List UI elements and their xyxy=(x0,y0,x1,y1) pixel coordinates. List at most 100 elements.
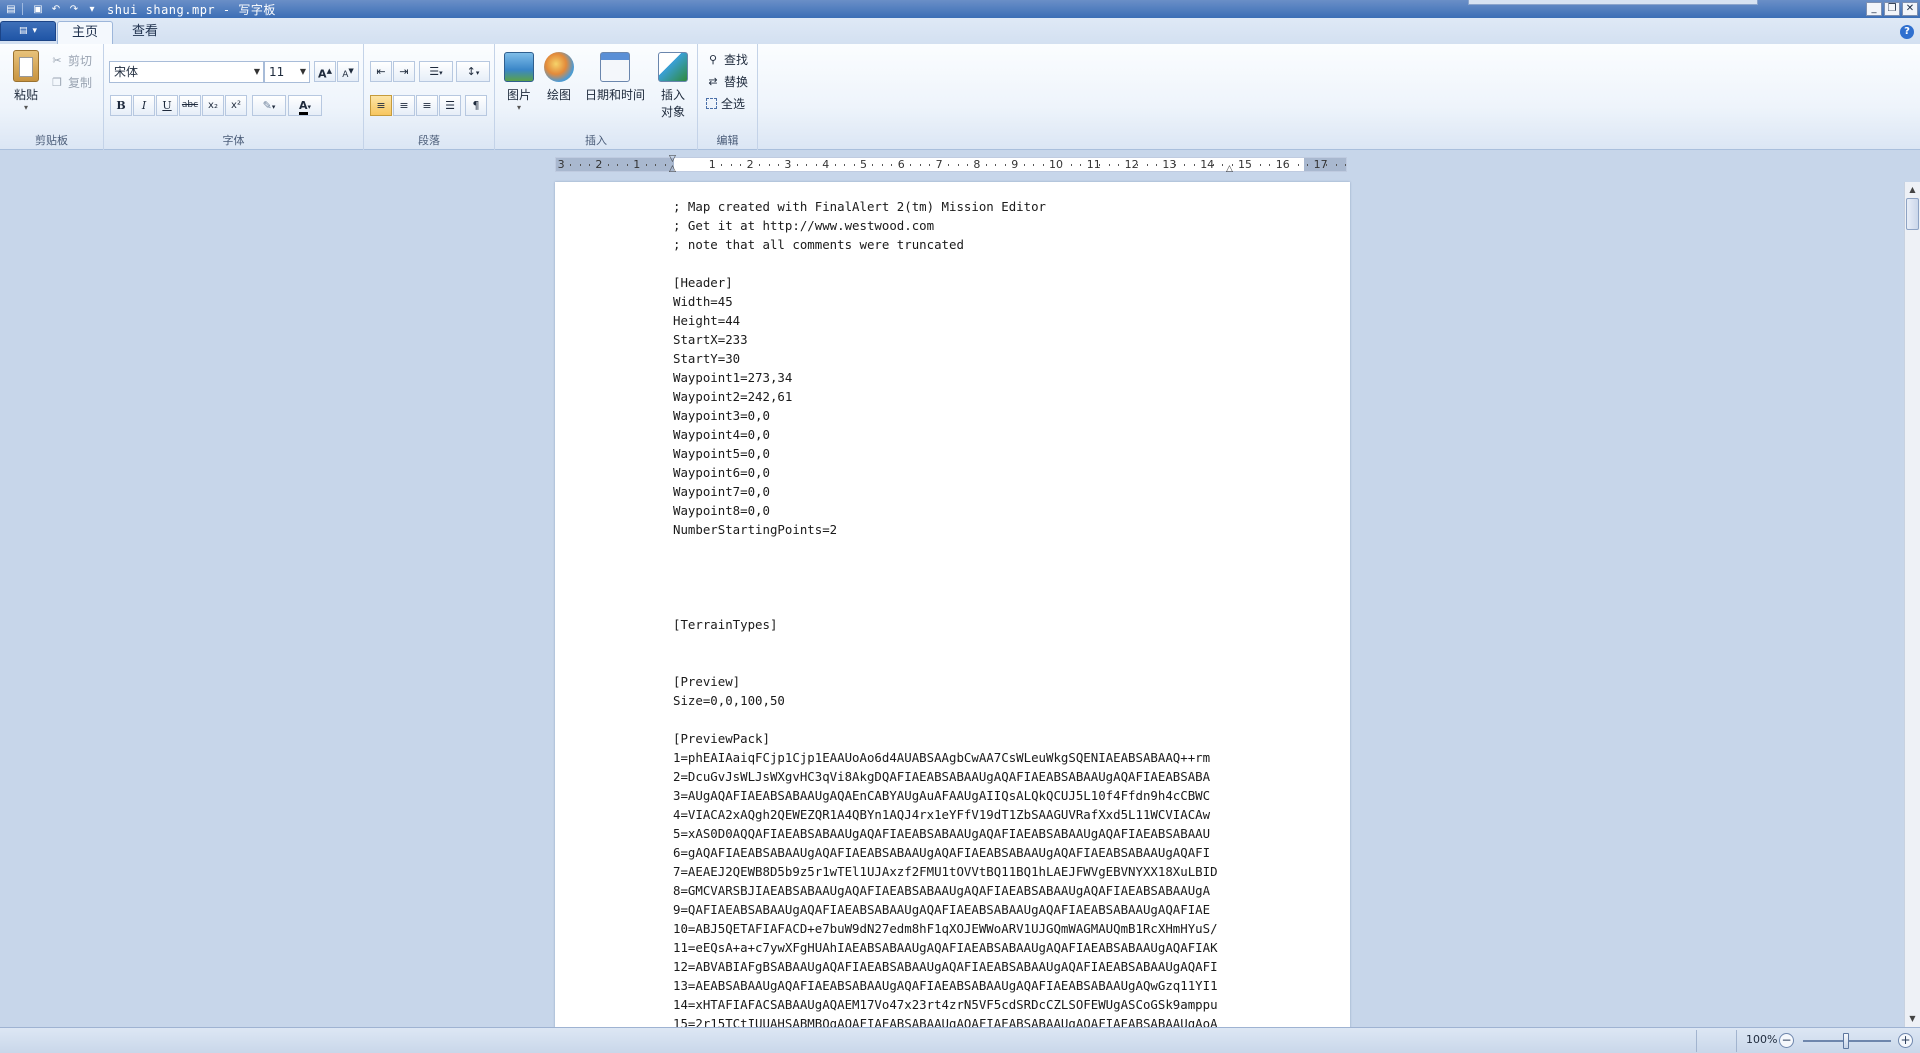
document-line[interactable]: 9=QAFIAEABSABAAUgAQAFIAEABSABAAUgAQAFIAE… xyxy=(673,900,1273,919)
document-line[interactable] xyxy=(673,254,1273,273)
tab-home[interactable]: 主页 xyxy=(57,21,114,44)
tab-view[interactable]: 查看 xyxy=(118,21,172,44)
picture-dropdown-icon[interactable]: ▾ xyxy=(503,103,535,112)
document-line[interactable]: StartY=30 xyxy=(673,349,1273,368)
document-line[interactable]: 13=AEABSABAAUgAQAFIAEABSABAAUgAQAFIAEABS… xyxy=(673,976,1273,995)
document-line[interactable]: ; Get it at http://www.westwood.com xyxy=(673,216,1273,235)
document-line[interactable]: 4=VIACA2xAQgh2QEWEZQR1A4QBYn1AQJ4rx1eYFf… xyxy=(673,805,1273,824)
paste-dropdown-icon[interactable]: ▾ xyxy=(8,103,44,112)
close-button[interactable]: ✕ xyxy=(1902,2,1918,16)
quick-access-dropdown-icon[interactable]: ▾ xyxy=(85,2,99,16)
document-line[interactable] xyxy=(673,710,1273,729)
ruler[interactable]: 3 2 1 1 2 3 4 5 6 7 8 9 10 11 12 13 14 15 16 17 ▽ △ △ xyxy=(555,154,1347,174)
paragraph-settings-button[interactable]: ¶ xyxy=(465,95,487,116)
grow-font-button[interactable]: A▲ xyxy=(314,61,336,82)
italic-button[interactable]: I xyxy=(133,95,155,116)
document-line[interactable]: Waypoint4=0,0 xyxy=(673,425,1273,444)
document-line[interactable]: 10=ABJ5QETAFIAFACD+e7buW9dN27edm8hF1qXOJ… xyxy=(673,919,1273,938)
document-line[interactable]: Waypoint7=0,0 xyxy=(673,482,1273,501)
vertical-scrollbar[interactable]: ▲ ▼ xyxy=(1904,182,1920,1027)
decrease-indent-button[interactable]: ⇤ xyxy=(370,61,392,82)
document-line[interactable] xyxy=(673,539,1273,558)
select-all-button[interactable]: 全选 xyxy=(706,95,745,112)
align-left-button[interactable]: ≡ xyxy=(370,95,392,116)
scroll-up-arrow-icon[interactable]: ▲ xyxy=(1905,183,1920,197)
strikethrough-button[interactable]: abc xyxy=(179,95,201,116)
document-line[interactable]: Waypoint6=0,0 xyxy=(673,463,1273,482)
subscript-button[interactable]: x₂ xyxy=(202,95,224,116)
underline-button[interactable]: U xyxy=(156,95,178,116)
zoom-slider-thumb[interactable] xyxy=(1843,1033,1849,1049)
align-center-button[interactable]: ≡ xyxy=(393,95,415,116)
document-line[interactable]: Width=45 xyxy=(673,292,1273,311)
document-line[interactable]: Waypoint3=0,0 xyxy=(673,406,1273,425)
document-line[interactable]: [Header] xyxy=(673,273,1273,292)
document-line[interactable]: 7=AEAEJ2QEWB8D5b9z5r1wTEl1UJAxzf2FMU1tOV… xyxy=(673,862,1273,881)
document-line[interactable]: [PreviewPack] xyxy=(673,729,1273,748)
insert-picture-button[interactable]: 图片 ▾ xyxy=(503,52,535,112)
document-line[interactable]: [TerrainTypes] xyxy=(673,615,1273,634)
document-line[interactable]: ; Map created with FinalAlert 2(tm) Miss… xyxy=(673,197,1273,216)
zoom-in-button[interactable]: + xyxy=(1898,1033,1913,1048)
document-line[interactable]: Height=44 xyxy=(673,311,1273,330)
document-line[interactable]: 5=xAS0D0AQQAFIAEABSABAAUgAQAFIAEABSABAAU… xyxy=(673,824,1273,843)
document-line[interactable] xyxy=(673,634,1273,653)
zoom-level[interactable]: 100% xyxy=(1746,1033,1777,1046)
document-line[interactable]: Waypoint1=273,34 xyxy=(673,368,1273,387)
cut-button[interactable]: ✂ 剪切 xyxy=(50,52,92,69)
document-line[interactable]: StartX=233 xyxy=(673,330,1273,349)
copy-button[interactable]: ❐ 复制 xyxy=(50,74,92,91)
paste-button[interactable]: 粘贴 ▾ xyxy=(8,50,44,112)
document-line[interactable]: 12=ABVABIAFgBSABAAUgAQAFIAEABSABAAUgAQAF… xyxy=(673,957,1273,976)
right-indent-marker[interactable]: △ xyxy=(1226,164,1233,174)
document-line[interactable]: 1=phEAIAaiqFCjp1Cjp1EAAUoAo6d4AUABSAAgbC… xyxy=(673,748,1273,767)
justify-button[interactable]: ☰ xyxy=(439,95,461,116)
first-line-indent-marker[interactable]: ▽ xyxy=(669,154,676,164)
find-button[interactable]: ⚲ 查找 xyxy=(706,51,748,68)
help-icon[interactable]: ? xyxy=(1900,25,1914,39)
zoom-out-button[interactable]: − xyxy=(1779,1033,1794,1048)
scrollbar-thumb[interactable] xyxy=(1906,198,1919,230)
line-spacing-button[interactable]: ↕▾ xyxy=(456,61,490,82)
document-page[interactable]: ; Map created with FinalAlert 2(tm) Miss… xyxy=(555,182,1350,1032)
insert-object-button[interactable]: 插入 对象 xyxy=(653,52,693,120)
bullet-list-button[interactable]: ☰▾ xyxy=(419,61,453,82)
document-line[interactable] xyxy=(673,596,1273,615)
document-line[interactable]: NumberStartingPoints=2 xyxy=(673,520,1273,539)
document-line[interactable]: 6=gAQAFIAEABSABAAUgAQAFIAEABSABAAUgAQAFI… xyxy=(673,843,1273,862)
font-size-combo[interactable]: 11 ▼ xyxy=(264,61,310,83)
document-line[interactable] xyxy=(673,577,1273,596)
restore-button[interactable]: ❐ xyxy=(1884,2,1900,16)
document-line[interactable]: Size=0,0,100,50 xyxy=(673,691,1273,710)
insert-datetime-button[interactable]: 日期和时间 xyxy=(583,52,647,103)
application-menu-button[interactable]: ▤ ▾ xyxy=(0,21,56,41)
undo-icon[interactable]: ↶ xyxy=(49,2,63,16)
document-line[interactable]: 14=xHTAFIAFACSABAAUgAQAEM17Vo47x23rt4zrN… xyxy=(673,995,1273,1014)
document-line[interactable]: Waypoint5=0,0 xyxy=(673,444,1273,463)
document-line[interactable]: 8=GMCVARSBJIAEABSABAAUgAQAFIAEABSABAAUgA… xyxy=(673,881,1273,900)
minimize-button[interactable]: _ xyxy=(1866,2,1882,16)
document-line[interactable]: Waypoint2=242,61 xyxy=(673,387,1273,406)
text-color-button[interactable]: A▾ xyxy=(288,95,322,116)
document-text[interactable]: ; Map created with FinalAlert 2(tm) Miss… xyxy=(673,197,1273,1032)
replace-button[interactable]: ⇄ 替换 xyxy=(706,73,748,90)
scroll-down-arrow-icon[interactable]: ▼ xyxy=(1905,1012,1920,1026)
align-right-button[interactable]: ≡ xyxy=(416,95,438,116)
wordpad-app-icon[interactable]: ▤ xyxy=(4,2,18,16)
document-line[interactable]: ; note that all comments were truncated xyxy=(673,235,1273,254)
document-line[interactable]: 2=DcuGvJsWLJsWXgvHC3qVi8AkgDQAFIAEABSABA… xyxy=(673,767,1273,786)
font-family-combo[interactable]: 宋体 ▼ xyxy=(109,61,264,83)
save-icon[interactable]: ▣ xyxy=(31,2,45,16)
redo-icon[interactable]: ↷ xyxy=(67,2,81,16)
bold-button[interactable]: B xyxy=(110,95,132,116)
document-line[interactable] xyxy=(673,653,1273,672)
document-line[interactable]: Waypoint8=0,0 xyxy=(673,501,1273,520)
document-line[interactable]: 11=eEQsA+a+c7ywXFgHUAhIAEABSABAAUgAQAFIA… xyxy=(673,938,1273,957)
shrink-font-button[interactable]: A▼ xyxy=(337,61,359,82)
highlight-color-button[interactable]: ✎▾ xyxy=(252,95,286,116)
increase-indent-button[interactable]: ⇥ xyxy=(393,61,415,82)
superscript-button[interactable]: x² xyxy=(225,95,247,116)
insert-paint-button[interactable]: 绘图 xyxy=(543,52,575,103)
document-line[interactable]: [Preview] xyxy=(673,672,1273,691)
document-line[interactable] xyxy=(673,558,1273,577)
